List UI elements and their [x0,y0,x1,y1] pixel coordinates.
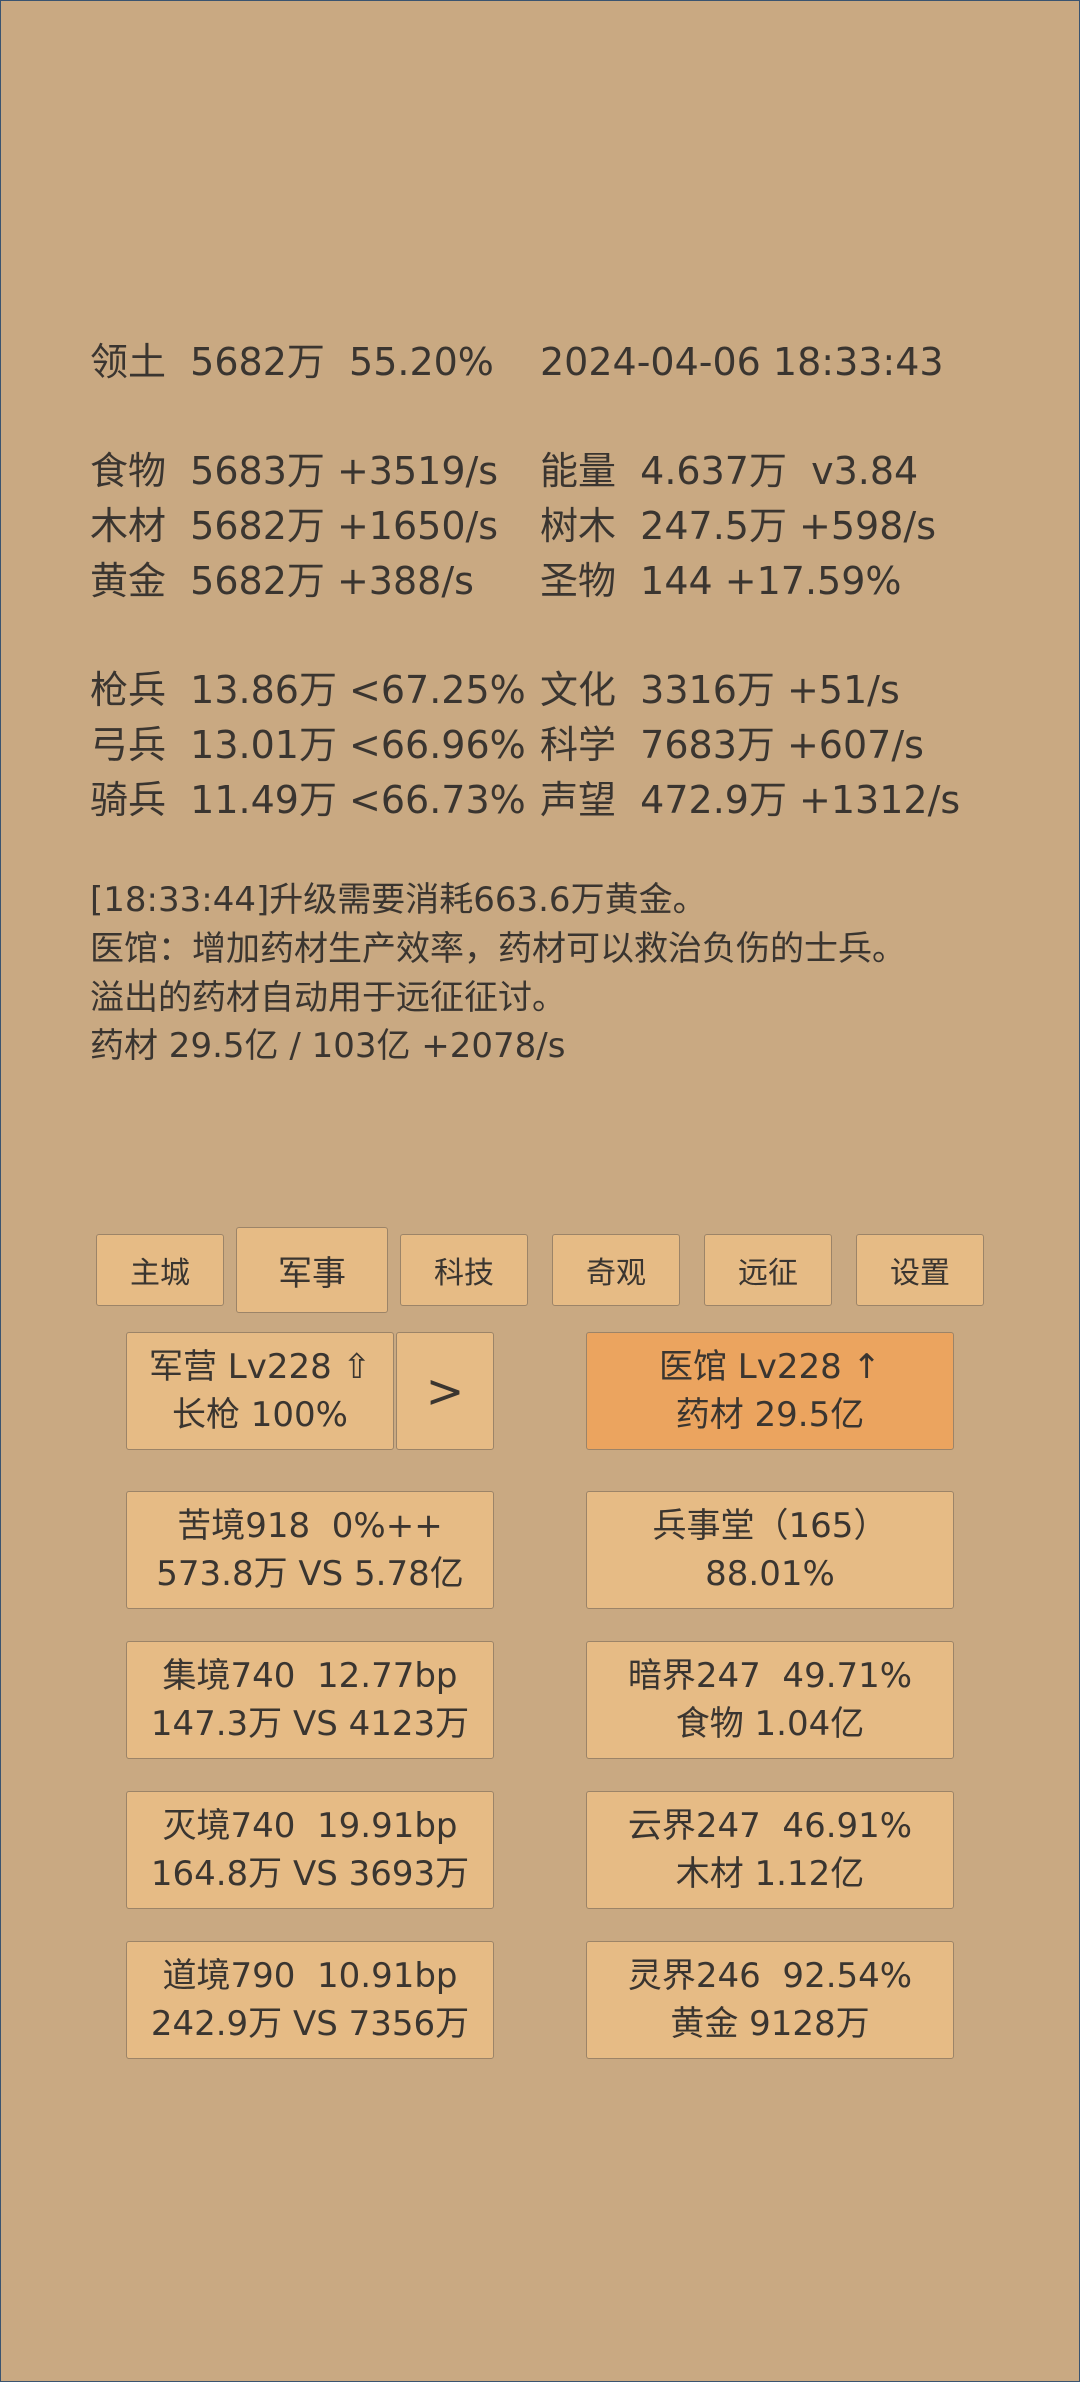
wood-stat: 木材 5682万 +1650/s [90,504,499,548]
realm-power: 573.8万 VS 5.78亿 [156,1554,464,1594]
cavalry-stat: 骑兵 11.49万 <66.73% [90,778,526,822]
realm-title: 灭境740 19.91bp [162,1806,458,1846]
territory-stat: 领土 5682万 55.20% [90,340,494,384]
datetime-stat: 2024-04-06 18:33:43 [540,340,944,384]
tab-settings[interactable]: 设置 [856,1234,984,1306]
realm-title: 灵界246 92.54% [627,1956,913,1996]
tab-military[interactable]: 军事 [236,1227,388,1313]
realm-power: 164.8万 VS 3693万 [150,1854,470,1894]
next-arrow-button[interactable]: > [396,1332,494,1450]
energy-stat: 能量 4.637万 v3.84 [540,449,919,493]
tab-expedition[interactable]: 远征 [704,1234,832,1306]
chevron-right-icon: > [425,1364,465,1418]
log-line-3: 溢出的药材自动用于远征征讨。 [90,978,566,1018]
barracks-button[interactable]: 军营 Lv228 ⇧ 长枪 100% [126,1332,394,1450]
realm-button-yunjie[interactable]: 云界247 46.91% 木材 1.12亿 [586,1791,954,1909]
realm-power: 242.9万 VS 7356万 [150,2004,470,2044]
tab-main-city[interactable]: 主城 [96,1234,224,1306]
archers-stat: 弓兵 13.01万 <66.96% [90,723,526,767]
realm-title: 暗界247 49.71% [627,1656,913,1696]
clinic-level: 医馆 Lv228 ↑ [658,1347,882,1387]
food-stat: 食物 5683万 +3519/s [90,449,499,493]
realm-button-daojing[interactable]: 道境790 10.91bp 242.9万 VS 7356万 [126,1941,494,2059]
realm-button-lingjie[interactable]: 灵界246 92.54% 黄金 9128万 [586,1941,954,2059]
realm-reward: 黄金 9128万 [670,2004,870,2044]
realm-reward: 木材 1.12亿 [675,1854,865,1894]
realm-title: 道境790 10.91bp [162,1956,458,1996]
clinic-button[interactable]: 医馆 Lv228 ↑ 药材 29.5亿 [586,1332,954,1450]
realm-button-miejing[interactable]: 灭境740 19.91bp 164.8万 VS 3693万 [126,1791,494,1909]
prestige-stat: 声望 472.9万 +1312/s [540,778,961,822]
relics-stat: 圣物 144 +17.59% [540,559,902,603]
realm-title: 云界247 46.91% [627,1806,913,1846]
tab-tech[interactable]: 科技 [400,1234,528,1306]
science-stat: 科学 7683万 +607/s [540,723,924,767]
realm-button-anjie[interactable]: 暗界247 49.71% 食物 1.04亿 [586,1641,954,1759]
war-hall-percent: 88.01% [705,1554,835,1594]
war-hall-title: 兵事堂（165） [652,1506,888,1546]
realm-title: 集境740 12.77bp [162,1656,458,1696]
war-hall-button[interactable]: 兵事堂（165） 88.01% [586,1491,954,1609]
realm-reward: 食物 1.04亿 [675,1704,865,1744]
realm-title: 苦境918 0%++ [177,1506,443,1546]
barracks-level: 军营 Lv228 ⇧ [148,1347,372,1387]
realm-power: 147.3万 VS 4123万 [150,1704,470,1744]
realm-button-kujing[interactable]: 苦境918 0%++ 573.8万 VS 5.78亿 [126,1491,494,1609]
clinic-medicine: 药材 29.5亿 [675,1395,865,1435]
barracks-weapon: 长枪 100% [171,1395,348,1435]
log-line-2: 医馆：增加药材生产效率，药材可以救治负伤的士兵。 [90,929,906,969]
culture-stat: 文化 3316万 +51/s [540,668,900,712]
log-line-4: 药材 29.5亿 / 103亿 +2078/s [90,1026,566,1066]
spearmen-stat: 枪兵 13.86万 <67.25% [90,668,526,712]
trees-stat: 树木 247.5万 +598/s [540,504,936,548]
log-line-1: [18:33:44]升级需要消耗663.6万黄金。 [90,880,707,920]
tab-wonders[interactable]: 奇观 [552,1234,680,1306]
realm-button-jijing[interactable]: 集境740 12.77bp 147.3万 VS 4123万 [126,1641,494,1759]
gold-stat: 黄金 5682万 +388/s [90,559,474,603]
